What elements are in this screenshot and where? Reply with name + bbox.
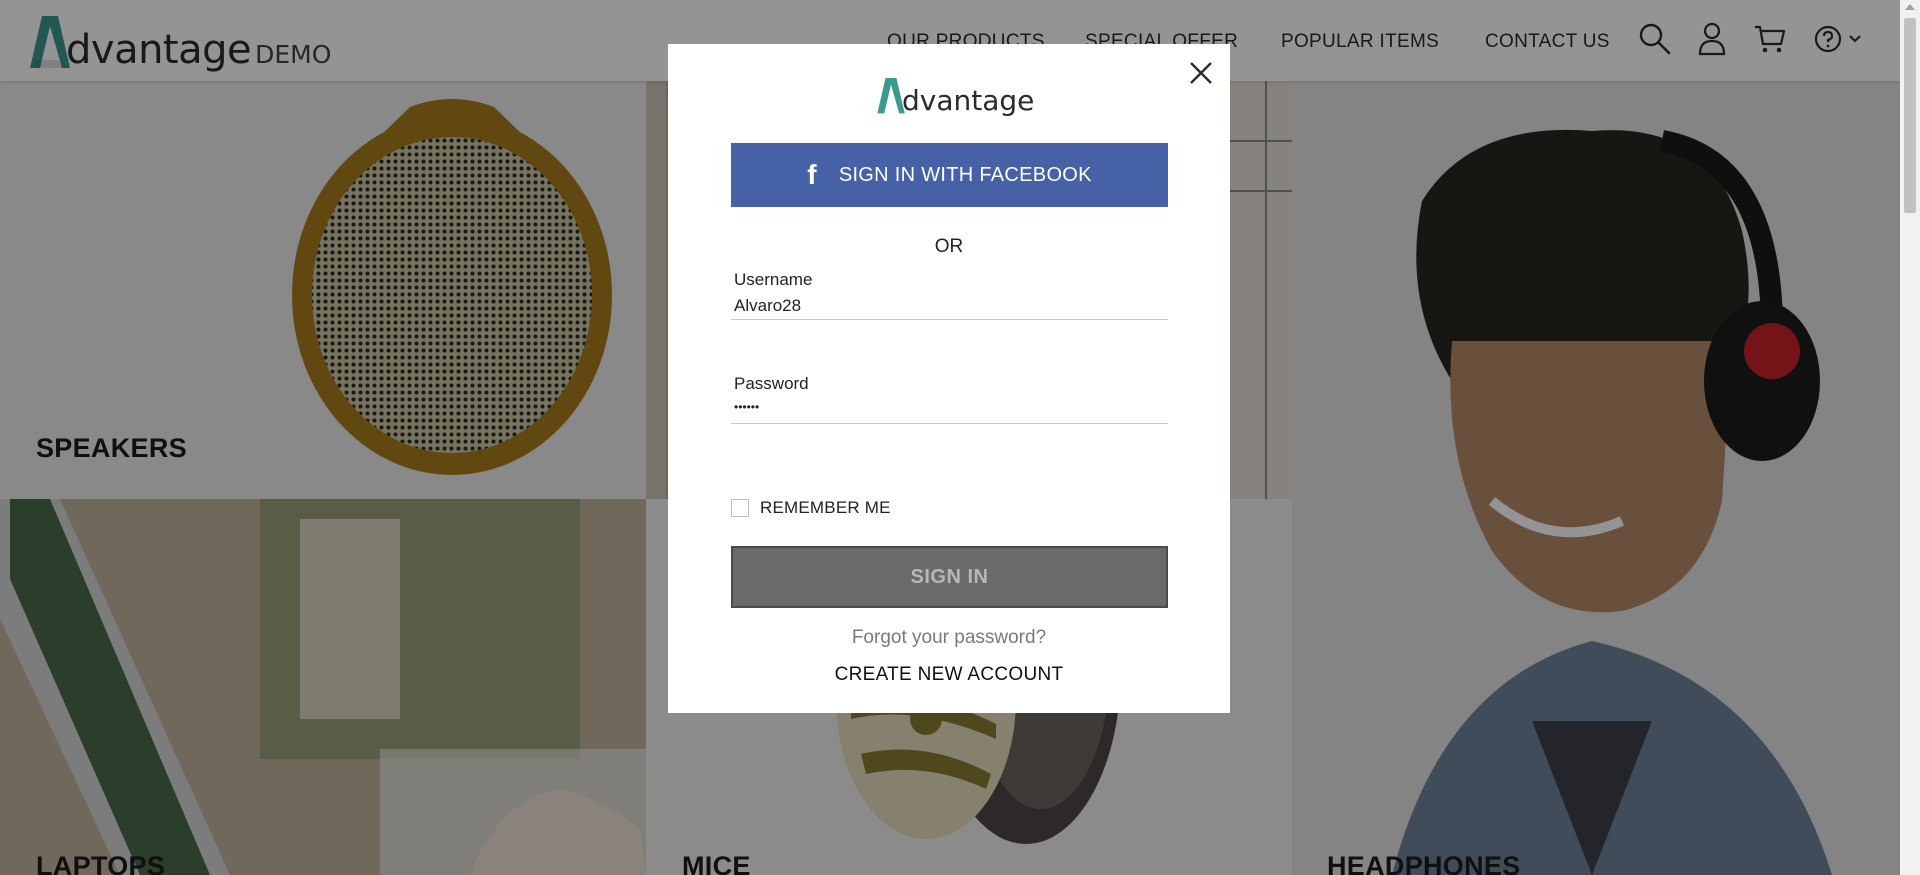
signin-button[interactable]: SIGN IN: [731, 546, 1168, 608]
facebook-signin-label: SIGN IN WITH FACEBOOK: [838, 163, 1092, 186]
forgot-password-link[interactable]: Forgot your password?: [668, 627, 1230, 649]
facebook-signin-button[interactable]: f SIGN IN WITH FACEBOOK: [731, 143, 1168, 207]
scrollbar-thumb[interactable]: [1904, 18, 1916, 213]
modal-logo-text: dvantage: [902, 84, 1035, 117]
page-scrollbar[interactable]: [1900, 0, 1920, 875]
remember-me-checkbox[interactable]: [731, 499, 749, 517]
password-field[interactable]: Password ••••••: [731, 374, 1168, 424]
remember-me[interactable]: REMEMBER ME: [731, 498, 891, 518]
facebook-icon: f: [807, 159, 817, 190]
modal-logo: dvantage: [876, 74, 1034, 116]
login-modal: dvantage f SIGN IN WITH FACEBOOK OR User…: [668, 44, 1230, 713]
password-input[interactable]: ••••••: [734, 400, 759, 414]
signin-button-label: SIGN IN: [910, 565, 989, 588]
close-icon[interactable]: [1188, 60, 1214, 86]
username-label: Username: [734, 270, 813, 289]
scroll-up-arrow-icon[interactable]: [1905, 4, 1915, 10]
create-account-link[interactable]: CREATE NEW ACCOUNT: [668, 664, 1230, 686]
password-label: Password: [734, 374, 809, 393]
username-field[interactable]: Username Alvaro28: [731, 270, 1168, 320]
remember-me-label: REMEMBER ME: [760, 498, 891, 517]
or-divider: OR: [934, 236, 964, 257]
username-input[interactable]: Alvaro28: [734, 296, 801, 316]
